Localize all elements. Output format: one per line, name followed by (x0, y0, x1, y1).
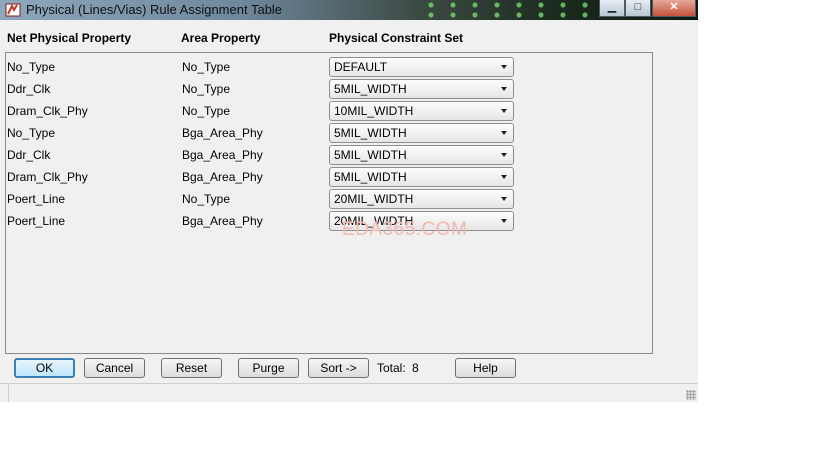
maximize-button[interactable]: □ (625, 0, 651, 17)
constraint-set-dropdown[interactable]: 10MIL_WIDTH (329, 101, 514, 121)
cancel-button[interactable]: Cancel (84, 358, 145, 378)
chevron-down-icon (501, 175, 507, 179)
table-row: Dram_Clk_Phy Bga_Area_Phy 5MIL_WIDTH (6, 166, 652, 188)
help-button[interactable]: Help (455, 358, 516, 378)
net-property-cell: Dram_Clk_Phy (7, 170, 88, 184)
constraint-set-dropdown[interactable]: 20MIL_WIDTH (329, 189, 514, 209)
status-bar (0, 383, 698, 402)
constraint-set-value: 20MIL_WIDTH (334, 192, 414, 206)
chevron-down-icon (501, 65, 507, 69)
reset-button[interactable]: Reset (161, 358, 222, 378)
watermark: EDA365.COM (342, 219, 468, 240)
title-bar[interactable]: Physical (Lines/Vias) Rule Assignment Ta… (0, 0, 698, 20)
resize-grip-icon[interactable] (686, 390, 696, 400)
column-header-net-physical-property: Net Physical Property (7, 31, 132, 45)
ok-button[interactable]: OK (14, 358, 75, 378)
constraint-set-dropdown[interactable]: DEFAULT (329, 57, 514, 77)
rule-table: No_Type No_Type DEFAULT Ddr_Clk No_Type … (5, 52, 653, 354)
constraint-set-value: 5MIL_WIDTH (334, 126, 407, 140)
close-icon: ✕ (669, 1, 679, 13)
area-property-cell: No_Type (182, 104, 231, 118)
table-row: Poert_Line No_Type 20MIL_WIDTH (6, 188, 652, 210)
purge-button[interactable]: Purge (238, 358, 299, 378)
chevron-down-icon (501, 219, 507, 223)
column-header-physical-constraint-set: Physical Constraint Set (329, 31, 464, 45)
table-row: No_Type Bga_Area_Phy 5MIL_WIDTH (6, 122, 652, 144)
net-property-cell: No_Type (7, 60, 56, 74)
constraint-set-value: 5MIL_WIDTH (334, 170, 407, 184)
area-property-cell: Bga_Area_Phy (182, 214, 263, 228)
table-row: Poert_Line Bga_Area_Phy 20MIL_WIDTH (6, 210, 652, 232)
net-property-cell: Ddr_Clk (7, 82, 51, 96)
app-icon (5, 3, 21, 17)
table-row: Ddr_Clk No_Type 5MIL_WIDTH (6, 78, 652, 100)
chevron-down-icon (501, 197, 507, 201)
chevron-down-icon (501, 131, 507, 135)
constraint-set-value: DEFAULT (334, 60, 388, 74)
table-row: Ddr_Clk Bga_Area_Phy 5MIL_WIDTH (6, 144, 652, 166)
chevron-down-icon (501, 153, 507, 157)
minimize-button[interactable]: ▁ (599, 0, 625, 17)
table-row: Dram_Clk_Phy No_Type 10MIL_WIDTH (6, 100, 652, 122)
table-row: No_Type No_Type DEFAULT (6, 56, 652, 78)
area-property-cell: No_Type (182, 82, 231, 96)
total-count: 8 (412, 361, 419, 375)
titlebar-background-pattern (420, 0, 600, 20)
area-property-cell: Bga_Area_Phy (182, 170, 263, 184)
chevron-down-icon (501, 109, 507, 113)
window-title: Physical (Lines/Vias) Rule Assignment Ta… (26, 2, 283, 17)
net-property-cell: Dram_Clk_Phy (7, 104, 88, 118)
constraint-set-value: 5MIL_WIDTH (334, 82, 407, 96)
status-bar-divider (8, 384, 9, 402)
close-button[interactable]: ✕ (652, 0, 696, 17)
constraint-set-value: 5MIL_WIDTH (334, 148, 407, 162)
net-property-cell: Ddr_Clk (7, 148, 51, 162)
minimize-icon: ▁ (607, 1, 617, 13)
sort-button[interactable]: Sort -> (308, 358, 369, 378)
area-property-cell: No_Type (182, 192, 231, 206)
constraint-set-value: 10MIL_WIDTH (334, 104, 414, 118)
maximize-icon: □ (634, 1, 642, 13)
chevron-down-icon (501, 87, 507, 91)
total-label: Total: (377, 361, 406, 375)
net-property-cell: Poert_Line (7, 192, 66, 206)
area-property-cell: No_Type (182, 60, 231, 74)
dialog-window: Physical (Lines/Vias) Rule Assignment Ta… (0, 0, 698, 402)
constraint-set-dropdown[interactable]: 5MIL_WIDTH (329, 123, 514, 143)
constraint-set-dropdown[interactable]: 5MIL_WIDTH (329, 167, 514, 187)
column-header-area-property: Area Property (181, 31, 261, 45)
net-property-cell: Poert_Line (7, 214, 66, 228)
area-property-cell: Bga_Area_Phy (182, 148, 263, 162)
constraint-set-dropdown[interactable]: 5MIL_WIDTH (329, 145, 514, 165)
net-property-cell: No_Type (7, 126, 56, 140)
constraint-set-dropdown[interactable]: 5MIL_WIDTH (329, 79, 514, 99)
area-property-cell: Bga_Area_Phy (182, 126, 263, 140)
